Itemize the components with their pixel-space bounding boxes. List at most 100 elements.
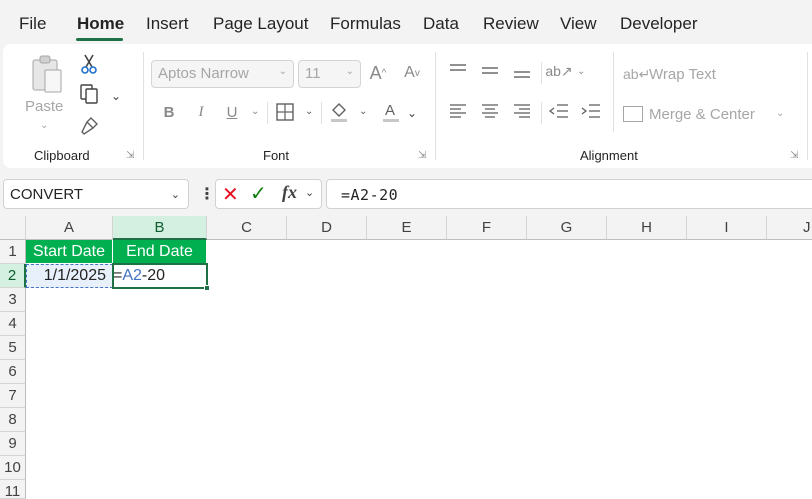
cancel-icon[interactable]: ✕	[222, 182, 239, 207]
alignment-launcher-icon[interactable]: ⇲	[790, 150, 801, 161]
row-header-8[interactable]: 8	[0, 408, 26, 432]
borders-icon[interactable]	[273, 100, 297, 124]
column-header-b[interactable]: B	[113, 216, 207, 240]
tab-view[interactable]: View	[560, 14, 597, 34]
copy-dropdown-icon[interactable]: ⌄	[111, 89, 121, 103]
font-name-value: Aptos Narrow	[158, 65, 249, 82]
divider	[267, 102, 268, 124]
cut-icon[interactable]	[77, 52, 101, 76]
spreadsheet-grid: A B C D E F G H I J 1 2 3 4 5 6 7 8 9 10…	[0, 216, 812, 499]
insert-function-icon[interactable]: fx	[282, 182, 297, 203]
active-cell-border	[112, 263, 208, 289]
middle-align-icon[interactable]	[479, 60, 501, 82]
paste-dropdown-icon[interactable]: ⌄	[40, 120, 48, 131]
column-header-e[interactable]: E	[367, 216, 447, 240]
chevron-down-icon: ⌄	[170, 189, 180, 201]
enter-icon[interactable]: ✓	[250, 181, 267, 206]
borders-dropdown-icon[interactable]: ⌄	[305, 106, 313, 117]
column-header-i[interactable]: I	[687, 216, 767, 240]
row-header-5[interactable]: 5	[0, 336, 26, 360]
tab-page-layout[interactable]: Page Layout	[213, 14, 308, 34]
cell-a1[interactable]: Start Date	[26, 240, 113, 264]
ribbon: Paste ⌄ ⌄ Clipboard ⇲ Aptos Narrow ⌄ 11 …	[3, 44, 812, 168]
row-header-3[interactable]: 3	[0, 288, 26, 312]
name-box[interactable]: CONVERT ⌄	[3, 179, 189, 209]
paste-icon[interactable]	[27, 54, 67, 94]
clipboard-launcher-icon[interactable]: ⇲	[126, 150, 137, 161]
merge-center-button[interactable]: Merge & Center	[623, 104, 755, 124]
underline-icon[interactable]: U	[220, 100, 244, 124]
select-all-corner[interactable]	[0, 216, 26, 240]
clipboard-group-label: Clipboard	[34, 148, 90, 163]
tab-file[interactable]: File	[19, 14, 46, 34]
divider	[613, 52, 614, 132]
underline-dropdown-icon[interactable]: ⌄	[251, 106, 259, 117]
align-left-icon[interactable]	[447, 100, 469, 122]
divider	[321, 102, 322, 124]
divider	[435, 52, 436, 160]
row-header-4[interactable]: 4	[0, 312, 26, 336]
wrap-text-button[interactable]: ab↵ Wrap Text	[623, 64, 716, 84]
row-header-2[interactable]: 2	[0, 264, 26, 288]
increase-font-size-icon[interactable]: A ^	[365, 60, 391, 86]
fill-color-dropdown-icon[interactable]: ⌄	[359, 106, 367, 117]
fill-color-icon[interactable]	[327, 98, 351, 126]
formula-bar: CONVERT ⌄ ⋮ ✕ ✓ fx ⌄ =A2-20	[0, 176, 812, 212]
orientation-icon[interactable]: ab↗	[545, 60, 572, 82]
format-painter-icon[interactable]	[77, 114, 101, 138]
copy-icon[interactable]	[77, 82, 101, 106]
cell-a2[interactable]: 1/1/2025	[26, 264, 113, 288]
tab-data[interactable]: Data	[423, 14, 459, 34]
align-center-icon[interactable]	[479, 100, 501, 122]
formula-input[interactable]: =A2-20	[326, 179, 812, 209]
wrap-text-icon: ab↵	[623, 65, 651, 82]
font-size-value: 11	[305, 65, 321, 82]
column-header-j[interactable]: J	[767, 216, 812, 240]
column-header-g[interactable]: G	[527, 216, 607, 240]
divider	[143, 52, 144, 160]
formula-tools: ✕ ✓ fx ⌄	[215, 179, 322, 209]
bottom-align-icon[interactable]	[511, 60, 533, 82]
cell-b1[interactable]: End Date	[113, 240, 207, 264]
decrease-indent-icon[interactable]	[547, 100, 571, 122]
tab-review[interactable]: Review	[483, 14, 539, 34]
italic-icon[interactable]: I	[189, 100, 213, 124]
font-launcher-icon[interactable]: ⇲	[418, 150, 429, 161]
font-color-dropdown-icon[interactable]: ⌄	[407, 106, 417, 120]
chevron-down-icon: ⌄	[345, 66, 354, 77]
wrap-text-label: Wrap Text	[649, 65, 716, 83]
font-color-icon[interactable]: A	[379, 98, 403, 126]
top-align-icon[interactable]	[447, 60, 469, 82]
active-tab-indicator	[76, 38, 123, 41]
row-header-10[interactable]: 10	[0, 456, 26, 480]
column-header-f[interactable]: F	[447, 216, 527, 240]
font-size-select[interactable]: 11 ⌄	[298, 60, 361, 88]
align-right-icon[interactable]	[511, 100, 533, 122]
merge-center-dropdown-icon[interactable]: ⌄	[776, 108, 784, 119]
orientation-dropdown-icon[interactable]: ⌄	[577, 66, 585, 77]
bold-icon[interactable]: B	[157, 100, 181, 124]
chevron-down-icon[interactable]: ⌄	[305, 186, 314, 199]
paste-label[interactable]: Paste	[25, 98, 63, 115]
decrease-font-size-icon[interactable]: Av	[399, 60, 425, 86]
tab-insert[interactable]: Insert	[146, 14, 189, 34]
fill-handle[interactable]	[204, 285, 210, 291]
tab-formulas[interactable]: Formulas	[330, 14, 401, 34]
font-name-select[interactable]: Aptos Narrow ⌄	[151, 60, 294, 88]
tab-developer[interactable]: Developer	[620, 14, 698, 34]
tab-home[interactable]: Home	[77, 14, 124, 34]
divider	[541, 102, 542, 124]
more-options-icon[interactable]: ⋮	[199, 184, 215, 204]
row-header-11[interactable]: 11	[0, 480, 26, 499]
merge-center-icon	[623, 106, 643, 122]
row-header-6[interactable]: 6	[0, 360, 26, 384]
column-header-a[interactable]: A	[26, 216, 113, 240]
column-header-d[interactable]: D	[287, 216, 367, 240]
row-header-9[interactable]: 9	[0, 432, 26, 456]
row-header-1[interactable]: 1	[0, 240, 26, 264]
row-header-7[interactable]: 7	[0, 384, 26, 408]
column-header-c[interactable]: C	[207, 216, 287, 240]
column-header-h[interactable]: H	[607, 216, 687, 240]
divider	[807, 52, 808, 160]
increase-indent-icon[interactable]	[579, 100, 603, 122]
